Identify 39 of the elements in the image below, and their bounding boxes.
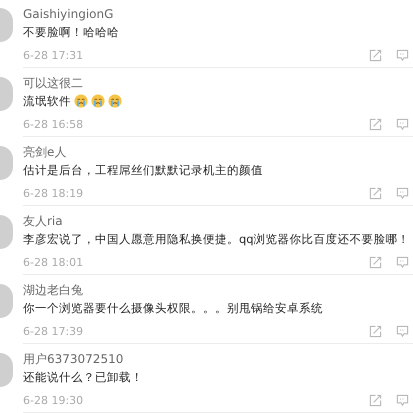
comment-text: 李彦宏说了，中国人愿意用隐私换便捷。qq浏览器你比百度还不要脸哪！	[23, 232, 410, 246]
crying-face-icon	[91, 94, 105, 108]
avatar-placeholder[interactable]	[0, 146, 13, 180]
user-name[interactable]: 友人ria	[23, 213, 413, 229]
comment-text: 不要脸啊！哈哈哈	[23, 24, 119, 40]
comment-text: 还能说什么？已卸载！	[23, 370, 143, 384]
comment-text: 你一个浏览器要什么摄像头权限。。。别甩锅给安卓系统	[23, 300, 323, 316]
comment-icon[interactable]	[396, 48, 409, 62]
share-icon[interactable]	[369, 324, 382, 338]
comment-icon[interactable]	[396, 256, 409, 268]
share-icon[interactable]	[369, 394, 382, 406]
avatar-placeholder[interactable]	[0, 77, 13, 111]
comment-time: 6-28 17:39	[23, 324, 84, 338]
crying-face-icon	[108, 94, 122, 108]
avatar-placeholder[interactable]	[0, 8, 13, 42]
user-name[interactable]: GaishiyingionG	[23, 6, 413, 22]
comment-time: 6-28 18:19	[23, 186, 84, 200]
comment-time: 6-28 18:01	[23, 256, 84, 268]
avatar-placeholder[interactable]	[0, 353, 13, 387]
comment-time: 6-28 16:58	[23, 118, 84, 130]
share-icon[interactable]	[369, 48, 382, 62]
comment-time: 6-28 19:30	[23, 394, 84, 406]
user-name[interactable]: 湖边老白兔	[23, 282, 413, 298]
avatar-placeholder[interactable]	[0, 215, 13, 249]
crying-face-icon	[74, 94, 88, 108]
comment-text: 流氓软件	[23, 94, 71, 108]
user-name[interactable]: 亮剑e人	[23, 144, 413, 160]
comment-icon[interactable]	[396, 186, 409, 200]
comment-icon[interactable]	[396, 324, 409, 338]
comment-time: 6-28 17:31	[23, 48, 84, 62]
share-icon[interactable]	[369, 186, 382, 200]
share-icon[interactable]	[369, 256, 382, 268]
avatar-placeholder[interactable]	[0, 284, 13, 318]
comment-text: 估计是后台，工程屌丝们默默记录机主的颜值	[23, 162, 263, 178]
user-name[interactable]: 可以这很二	[23, 75, 413, 91]
user-name[interactable]: 用户6373072510	[23, 351, 413, 367]
comment-icon[interactable]	[396, 118, 409, 130]
share-icon[interactable]	[369, 118, 382, 130]
comment-icon[interactable]	[396, 394, 409, 406]
